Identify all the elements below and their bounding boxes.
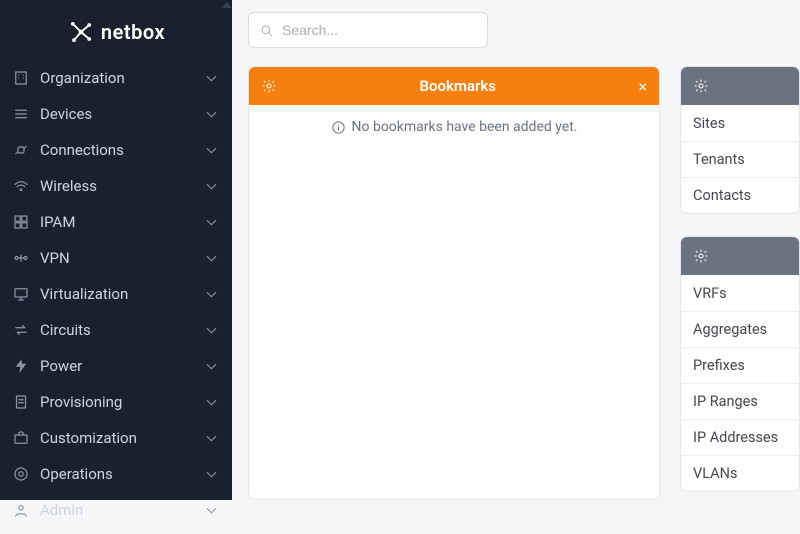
sidebar-item-label: Devices [40,105,208,123]
brand-logo[interactable]: netbox [0,0,232,60]
bookmarks-panel: Bookmarks × No bookmarks have been added… [248,66,660,500]
search-box[interactable] [248,12,488,48]
quick-links-panel-header [681,67,799,105]
chevron-down-icon [208,109,218,119]
sidebar-item-label: Customization [40,429,208,447]
sidebar-item-label: Wireless [40,177,208,195]
sidebar-item-devices[interactable]: Devices [0,96,232,132]
chevron-down-icon [208,253,218,263]
sidebar-item-label: Circuits [40,321,208,339]
list-item[interactable]: Aggregates [681,311,799,347]
quick-links-panel-1: Sites Tenants Contacts [680,66,800,214]
bookmarks-empty-state: No bookmarks have been added yet. [261,119,647,135]
sidebar-item-label: VPN [40,249,208,267]
sidebar-item-ipam[interactable]: IPAM [0,204,232,240]
search-input[interactable] [282,22,477,38]
ops-icon [12,465,30,483]
chevron-down-icon [208,217,218,227]
quick-links-list: Sites Tenants Contacts [681,105,799,213]
briefcase-icon [12,429,30,447]
close-icon[interactable]: × [638,77,647,96]
chevron-down-icon [208,73,218,83]
chevron-down-icon [208,469,218,479]
plug-icon [12,141,30,159]
bookmarks-panel-header: Bookmarks × [249,67,659,105]
list-item[interactable]: Prefixes [681,347,799,383]
sidebar-item-connections[interactable]: Connections [0,132,232,168]
list-item[interactable]: Sites [681,105,799,141]
chevron-down-icon [208,289,218,299]
bookmarks-empty-text: No bookmarks have been added yet. [352,119,578,135]
chevron-down-icon [208,433,218,443]
wifi-icon [12,177,30,195]
search-icon [259,23,274,38]
bolt-icon [12,357,30,375]
admin-icon [12,501,30,519]
sidebar-item-label: Organization [40,69,208,87]
sidebar-item-label: Operations [40,465,208,483]
chevron-down-icon [208,181,218,191]
brand-name: netbox [101,20,165,44]
swap-icon [12,321,30,339]
info-icon [331,120,346,135]
dashboard-content: Bookmarks × No bookmarks have been added… [232,60,800,500]
sidebar-item-label: Virtualization [40,285,208,303]
sidebar-item-admin[interactable]: Admin [0,492,232,528]
bookmarks-panel-body: No bookmarks have been added yet. [249,105,659,149]
chevron-down-icon [208,361,218,371]
scroll-up-icon [222,2,232,8]
sidebar-item-provisioning[interactable]: Provisioning [0,384,232,420]
sidebar-item-wireless[interactable]: Wireless [0,168,232,204]
doc-icon [12,393,30,411]
quick-links-panel-header [681,237,799,275]
sidebar-item-label: Admin [40,501,208,519]
vpn-icon [12,249,30,267]
chevron-down-icon [208,325,218,335]
sidebar-item-power[interactable]: Power [0,348,232,384]
quick-links-panel-2: VRFs Aggregates Prefixes IP Ranges IP Ad… [680,236,800,492]
list-item[interactable]: IP Ranges [681,383,799,419]
bookmarks-panel-title: Bookmarks [277,77,638,95]
sidebar-nav: Organization Devices Connections Wireles… [0,60,232,534]
quick-links-list: VRFs Aggregates Prefixes IP Ranges IP Ad… [681,275,799,491]
gear-icon[interactable] [693,78,709,94]
grid-icon [12,213,30,231]
sidebar-item-virtualization[interactable]: Virtualization [0,276,232,312]
monitor-icon [12,285,30,303]
chevron-down-icon [208,397,218,407]
sidebar-item-label: IPAM [40,213,208,231]
list-item[interactable]: Contacts [681,177,799,213]
list-item[interactable]: VLANs [681,455,799,491]
sidebar-item-label: Provisioning [40,393,208,411]
sidebar-item-label: Power [40,357,208,375]
netbox-logo-icon [67,18,95,46]
sidebar-item-vpn[interactable]: VPN [0,240,232,276]
sidebar-item-operations[interactable]: Operations [0,456,232,492]
gear-icon[interactable] [693,248,709,264]
right-column: Sites Tenants Contacts VRFs Aggregates P… [680,66,800,500]
list-item[interactable]: VRFs [681,275,799,311]
list-icon [12,105,30,123]
chevron-down-icon [208,505,218,515]
gear-icon[interactable] [261,78,277,94]
chevron-down-icon [208,145,218,155]
sidebar-item-circuits[interactable]: Circuits [0,312,232,348]
building-icon [12,69,30,87]
main-content: Bookmarks × No bookmarks have been added… [232,0,800,500]
list-item[interactable]: IP Addresses [681,419,799,455]
sidebar-item-organization[interactable]: Organization [0,60,232,96]
sidebar-item-customization[interactable]: Customization [0,420,232,456]
sidebar-item-label: Connections [40,141,208,159]
list-item[interactable]: Tenants [681,141,799,177]
sidebar: netbox Organization Devices Connections … [0,0,232,500]
topbar [232,0,800,60]
